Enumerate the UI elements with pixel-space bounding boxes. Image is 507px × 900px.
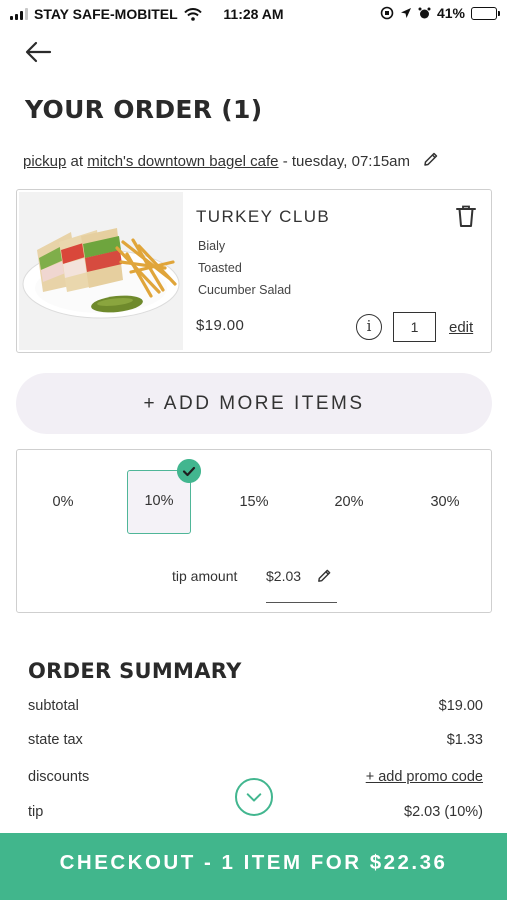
item-modifier: Cucumber Salad xyxy=(198,283,292,297)
edit-item-link[interactable]: edit xyxy=(449,319,473,336)
subtotal-label: subtotal xyxy=(28,698,79,714)
back-arrow-icon[interactable] xyxy=(22,38,54,66)
tip-amount-value[interactable]: $2.03 xyxy=(266,568,301,584)
add-promo-code-link[interactable]: + add promo code xyxy=(366,769,483,785)
pencil-icon[interactable] xyxy=(316,568,332,584)
item-name: TURKEY CLUB xyxy=(196,207,331,226)
pencil-icon[interactable] xyxy=(422,151,439,168)
checkout-button[interactable]: CHECKOUT - 1 ITEM FOR $22.36 xyxy=(0,833,507,900)
battery-percent: 41% xyxy=(436,5,465,21)
add-more-items-button[interactable]: + ADD MORE ITEMS xyxy=(16,373,492,434)
discounts-label: discounts xyxy=(28,769,90,785)
tip-option-15[interactable]: 15% xyxy=(222,470,286,534)
item-price: $19.00 xyxy=(196,317,245,334)
tip-option-20[interactable]: 20% xyxy=(317,470,381,534)
at-text: at xyxy=(70,153,84,170)
tip-input-underline xyxy=(266,602,337,603)
location-link[interactable]: mitch's downtown bagel cafe xyxy=(87,153,278,170)
tip-option-30[interactable]: 30% xyxy=(413,470,477,534)
tip-summary-label: tip xyxy=(28,804,44,820)
order-summary-title: ORDER SUMMARY xyxy=(28,659,242,683)
info-icon[interactable]: i xyxy=(356,314,382,340)
status-right: 41% xyxy=(380,5,500,21)
item-modifier: Bialy xyxy=(198,239,226,253)
tip-amount-label: tip amount xyxy=(172,568,238,584)
chevron-down-icon[interactable] xyxy=(235,778,273,816)
quantity-field[interactable]: 1 xyxy=(393,312,436,342)
page-title: YOUR ORDER (1) xyxy=(25,95,263,124)
item-modifier: Toasted xyxy=(198,261,242,275)
tip-summary-value: $2.03 (10%) xyxy=(404,804,483,820)
order-details-line: pickup at mitch's downtown bagel cafe - … xyxy=(23,151,439,170)
alarm-icon xyxy=(418,7,431,18)
subtotal-value: $19.00 xyxy=(438,698,483,714)
status-bar: STAY SAFE-MOBITEL 11:28 AM 41% xyxy=(0,0,507,30)
item-photo xyxy=(19,192,183,350)
order-mode-link[interactable]: pickup xyxy=(23,153,66,170)
orientation-lock-icon xyxy=(380,6,394,20)
tip-selector-card: 0% 10% 15% 20% 30% tip amount $2.03 xyxy=(16,449,492,613)
state-tax-value: $1.33 xyxy=(446,732,483,748)
trash-icon[interactable] xyxy=(455,204,477,228)
tip-option-0[interactable]: 0% xyxy=(31,470,95,534)
cart-item-card: TURKEY CLUB Bialy Toasted Cucumber Salad… xyxy=(16,189,492,353)
pickup-time: - tuesday, 07:15am xyxy=(282,153,410,170)
checkmark-icon xyxy=(177,459,201,483)
state-tax-label: state tax xyxy=(28,732,83,748)
battery-icon xyxy=(471,6,500,20)
location-arrow-icon xyxy=(400,8,411,18)
